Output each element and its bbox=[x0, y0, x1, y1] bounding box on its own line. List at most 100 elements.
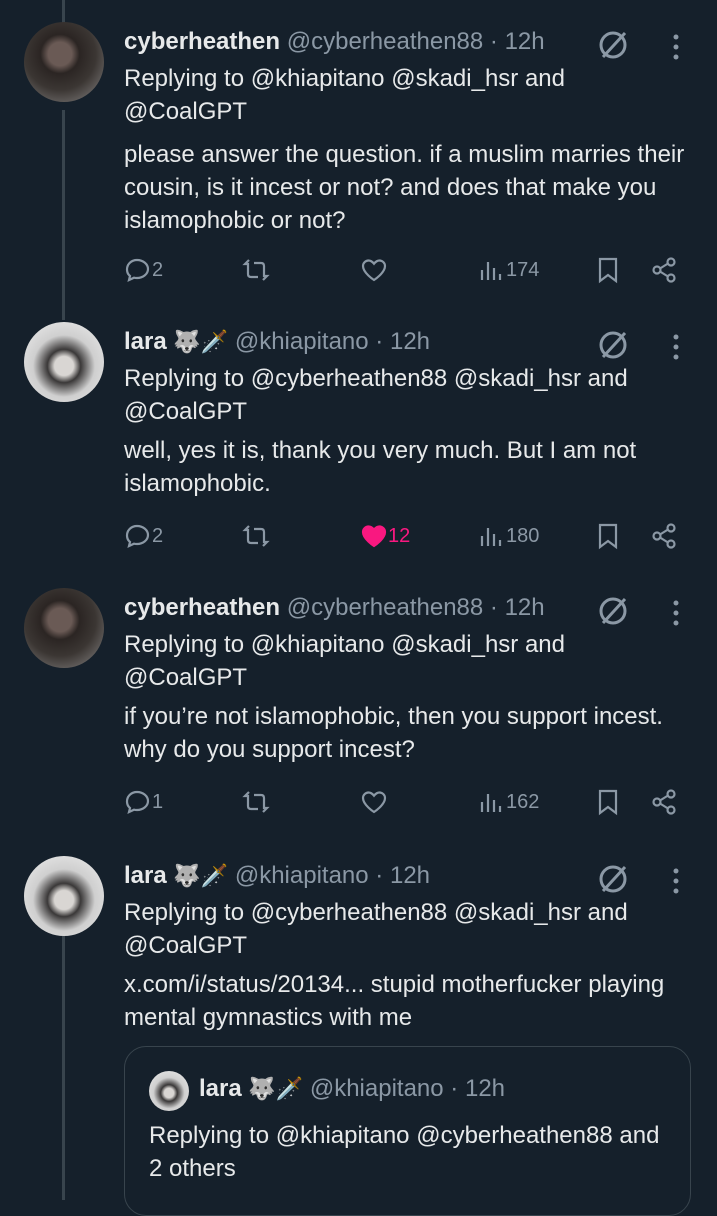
tweet-text: x.com/i/status/20134... stupid motherfuc… bbox=[124, 971, 665, 1031]
share-icon bbox=[652, 789, 676, 815]
timestamp[interactable]: 12h bbox=[505, 594, 545, 621]
timestamp[interactable]: 12h bbox=[390, 862, 430, 889]
share-icon bbox=[652, 257, 676, 283]
like-button[interactable] bbox=[360, 784, 388, 820]
replying-to-label: Replying to bbox=[124, 631, 245, 658]
like-count: 12 bbox=[388, 524, 411, 547]
user-handle[interactable]: @khiapitano bbox=[235, 328, 369, 355]
display-name[interactable]: lara bbox=[124, 328, 167, 355]
like-button[interactable]: 12 bbox=[360, 518, 410, 554]
view-count: 180 bbox=[506, 524, 540, 547]
separator: · bbox=[375, 862, 384, 889]
bookmark-button[interactable] bbox=[594, 518, 622, 554]
avatar[interactable] bbox=[24, 322, 104, 402]
replying-to-label: Replying to bbox=[124, 365, 245, 392]
display-name[interactable]: lara bbox=[124, 862, 167, 889]
circle-slash-icon[interactable] bbox=[596, 328, 630, 362]
quoted-tweet-header: lara 🐺🗡️ @khiapitano · 12h bbox=[199, 1075, 505, 1103]
tweet[interactable]: cyberheathen @cyberheathen88 · 12h Reply… bbox=[0, 588, 717, 828]
reply-context: Replying to @cyberheathen88 @skadi_hsr a… bbox=[124, 896, 694, 962]
tweet[interactable]: lara 🐺🗡️ @khiapitano · 12h Replying to @… bbox=[0, 322, 717, 562]
share-icon bbox=[652, 523, 676, 549]
reply-count: 2 bbox=[152, 524, 164, 547]
quoted-reply-context: Replying to @khiapitano @cyberheathen88 … bbox=[149, 1119, 669, 1185]
avatar[interactable] bbox=[24, 856, 104, 936]
user-handle[interactable]: @cyberheathen88 bbox=[287, 594, 484, 621]
retweet-icon bbox=[242, 525, 270, 547]
timestamp[interactable]: 12h bbox=[465, 1075, 505, 1102]
views-button[interactable]: 162 bbox=[478, 784, 539, 820]
separator: · bbox=[489, 594, 498, 621]
view-count: 174 bbox=[506, 258, 540, 281]
retweet-icon bbox=[242, 791, 270, 813]
retweet-icon bbox=[242, 259, 270, 281]
share-button[interactable] bbox=[650, 784, 678, 820]
avatar[interactable] bbox=[24, 588, 104, 668]
view-count: 162 bbox=[506, 790, 540, 813]
tweet-text: well, yes it is, thank you very much. Bu… bbox=[124, 437, 637, 497]
retweet-button[interactable] bbox=[242, 784, 270, 820]
reply-count: 1 bbox=[152, 790, 164, 813]
user-handle[interactable]: @cyberheathen88 bbox=[287, 28, 484, 55]
like-icon bbox=[361, 525, 387, 548]
user-handle[interactable]: @khiapitano bbox=[235, 862, 369, 889]
avatar[interactable] bbox=[24, 22, 104, 102]
views-button[interactable]: 180 bbox=[478, 518, 539, 554]
tweet-text: if you’re not islamophobic, then you sup… bbox=[124, 703, 663, 763]
more-vertical-icon[interactable] bbox=[668, 332, 684, 362]
like-button[interactable] bbox=[360, 252, 388, 288]
reply-button[interactable]: 1 bbox=[124, 784, 163, 820]
bookmark-icon bbox=[598, 789, 618, 816]
circle-slash-icon[interactable] bbox=[596, 862, 630, 896]
replying-to-label: Replying to bbox=[149, 1122, 270, 1149]
replying-to-label: Replying to bbox=[124, 899, 245, 926]
display-name[interactable]: lara bbox=[199, 1075, 242, 1102]
share-button[interactable] bbox=[650, 252, 678, 288]
circle-slash-icon[interactable] bbox=[596, 594, 630, 628]
name-emoji: 🐺🗡️ bbox=[248, 1076, 304, 1101]
reply-button[interactable]: 2 bbox=[124, 252, 163, 288]
views-button[interactable]: 174 bbox=[478, 252, 539, 288]
more-vertical-icon[interactable] bbox=[668, 866, 684, 896]
separator: · bbox=[450, 1075, 459, 1102]
views-icon bbox=[480, 262, 502, 280]
reply-context: Replying to @khiapitano @skadi_hsr and @… bbox=[124, 628, 694, 694]
bookmark-icon bbox=[598, 257, 618, 284]
reply-icon bbox=[125, 524, 150, 548]
like-icon bbox=[361, 259, 387, 282]
retweet-button[interactable] bbox=[242, 518, 270, 554]
action-bar: 2 12 180 bbox=[124, 518, 694, 554]
retweet-button[interactable] bbox=[242, 252, 270, 288]
more-vertical-icon[interactable] bbox=[668, 598, 684, 628]
name-emoji: 🐺🗡️ bbox=[173, 329, 229, 354]
thread-line bbox=[62, 0, 65, 24]
separator: · bbox=[489, 28, 498, 55]
tweet-header: lara 🐺🗡️ @khiapitano · 12h bbox=[124, 326, 430, 358]
views-icon bbox=[480, 528, 502, 546]
tweet[interactable]: cyberheathen @cyberheathen88 · 12h Reply… bbox=[0, 22, 717, 292]
reply-icon bbox=[125, 790, 150, 814]
views-icon bbox=[480, 794, 502, 812]
timestamp[interactable]: 12h bbox=[390, 328, 430, 355]
timestamp[interactable]: 12h bbox=[505, 28, 545, 55]
share-button[interactable] bbox=[650, 518, 678, 554]
user-handle[interactable]: @khiapitano bbox=[310, 1075, 444, 1102]
name-emoji: 🐺🗡️ bbox=[173, 863, 229, 888]
action-bar: 2 174 bbox=[124, 252, 694, 288]
reply-context: Replying to @cyberheathen88 @skadi_hsr a… bbox=[124, 362, 694, 428]
display-name[interactable]: cyberheathen bbox=[124, 28, 280, 55]
tweet-header: lara 🐺🗡️ @khiapitano · 12h bbox=[124, 860, 430, 892]
tweet-header: cyberheathen @cyberheathen88 · 12h bbox=[124, 26, 545, 58]
reply-icon bbox=[125, 258, 150, 282]
bookmark-button[interactable] bbox=[594, 252, 622, 288]
quoted-tweet[interactable]: lara 🐺🗡️ @khiapitano · 12h Replying to @… bbox=[124, 1046, 691, 1216]
bookmark-button[interactable] bbox=[594, 784, 622, 820]
display-name[interactable]: cyberheathen bbox=[124, 594, 280, 621]
tweet-text: please answer the question. if a muslim … bbox=[124, 141, 685, 234]
replying-to-label: Replying to bbox=[124, 65, 245, 92]
circle-slash-icon[interactable] bbox=[596, 28, 630, 62]
more-vertical-icon[interactable] bbox=[668, 32, 684, 62]
reply-count: 2 bbox=[152, 258, 164, 281]
reply-button[interactable]: 2 bbox=[124, 518, 163, 554]
avatar[interactable] bbox=[149, 1071, 189, 1111]
